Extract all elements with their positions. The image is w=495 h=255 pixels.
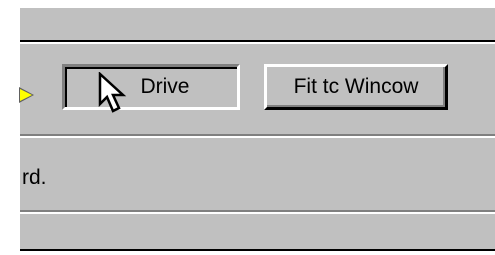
fit-to-window-button[interactable]: Fit tc Wincow [264,64,448,110]
window-frame: Drive Fit tc Wincow rd. [0,0,495,255]
middle-separator-highlight [20,136,495,138]
play-arrow-icon [20,89,32,101]
status-message: rd. [22,166,47,189]
fit-to-window-button-label: Fit tc Wincow [293,75,419,98]
top-separator-highlight [20,42,495,44]
mouse-pointer-icon [98,72,127,113]
dialog-panel [20,8,495,251]
bottom-edge [20,249,495,251]
drive-button[interactable]: Drive [62,64,240,110]
lower-separator-highlight [20,212,495,214]
